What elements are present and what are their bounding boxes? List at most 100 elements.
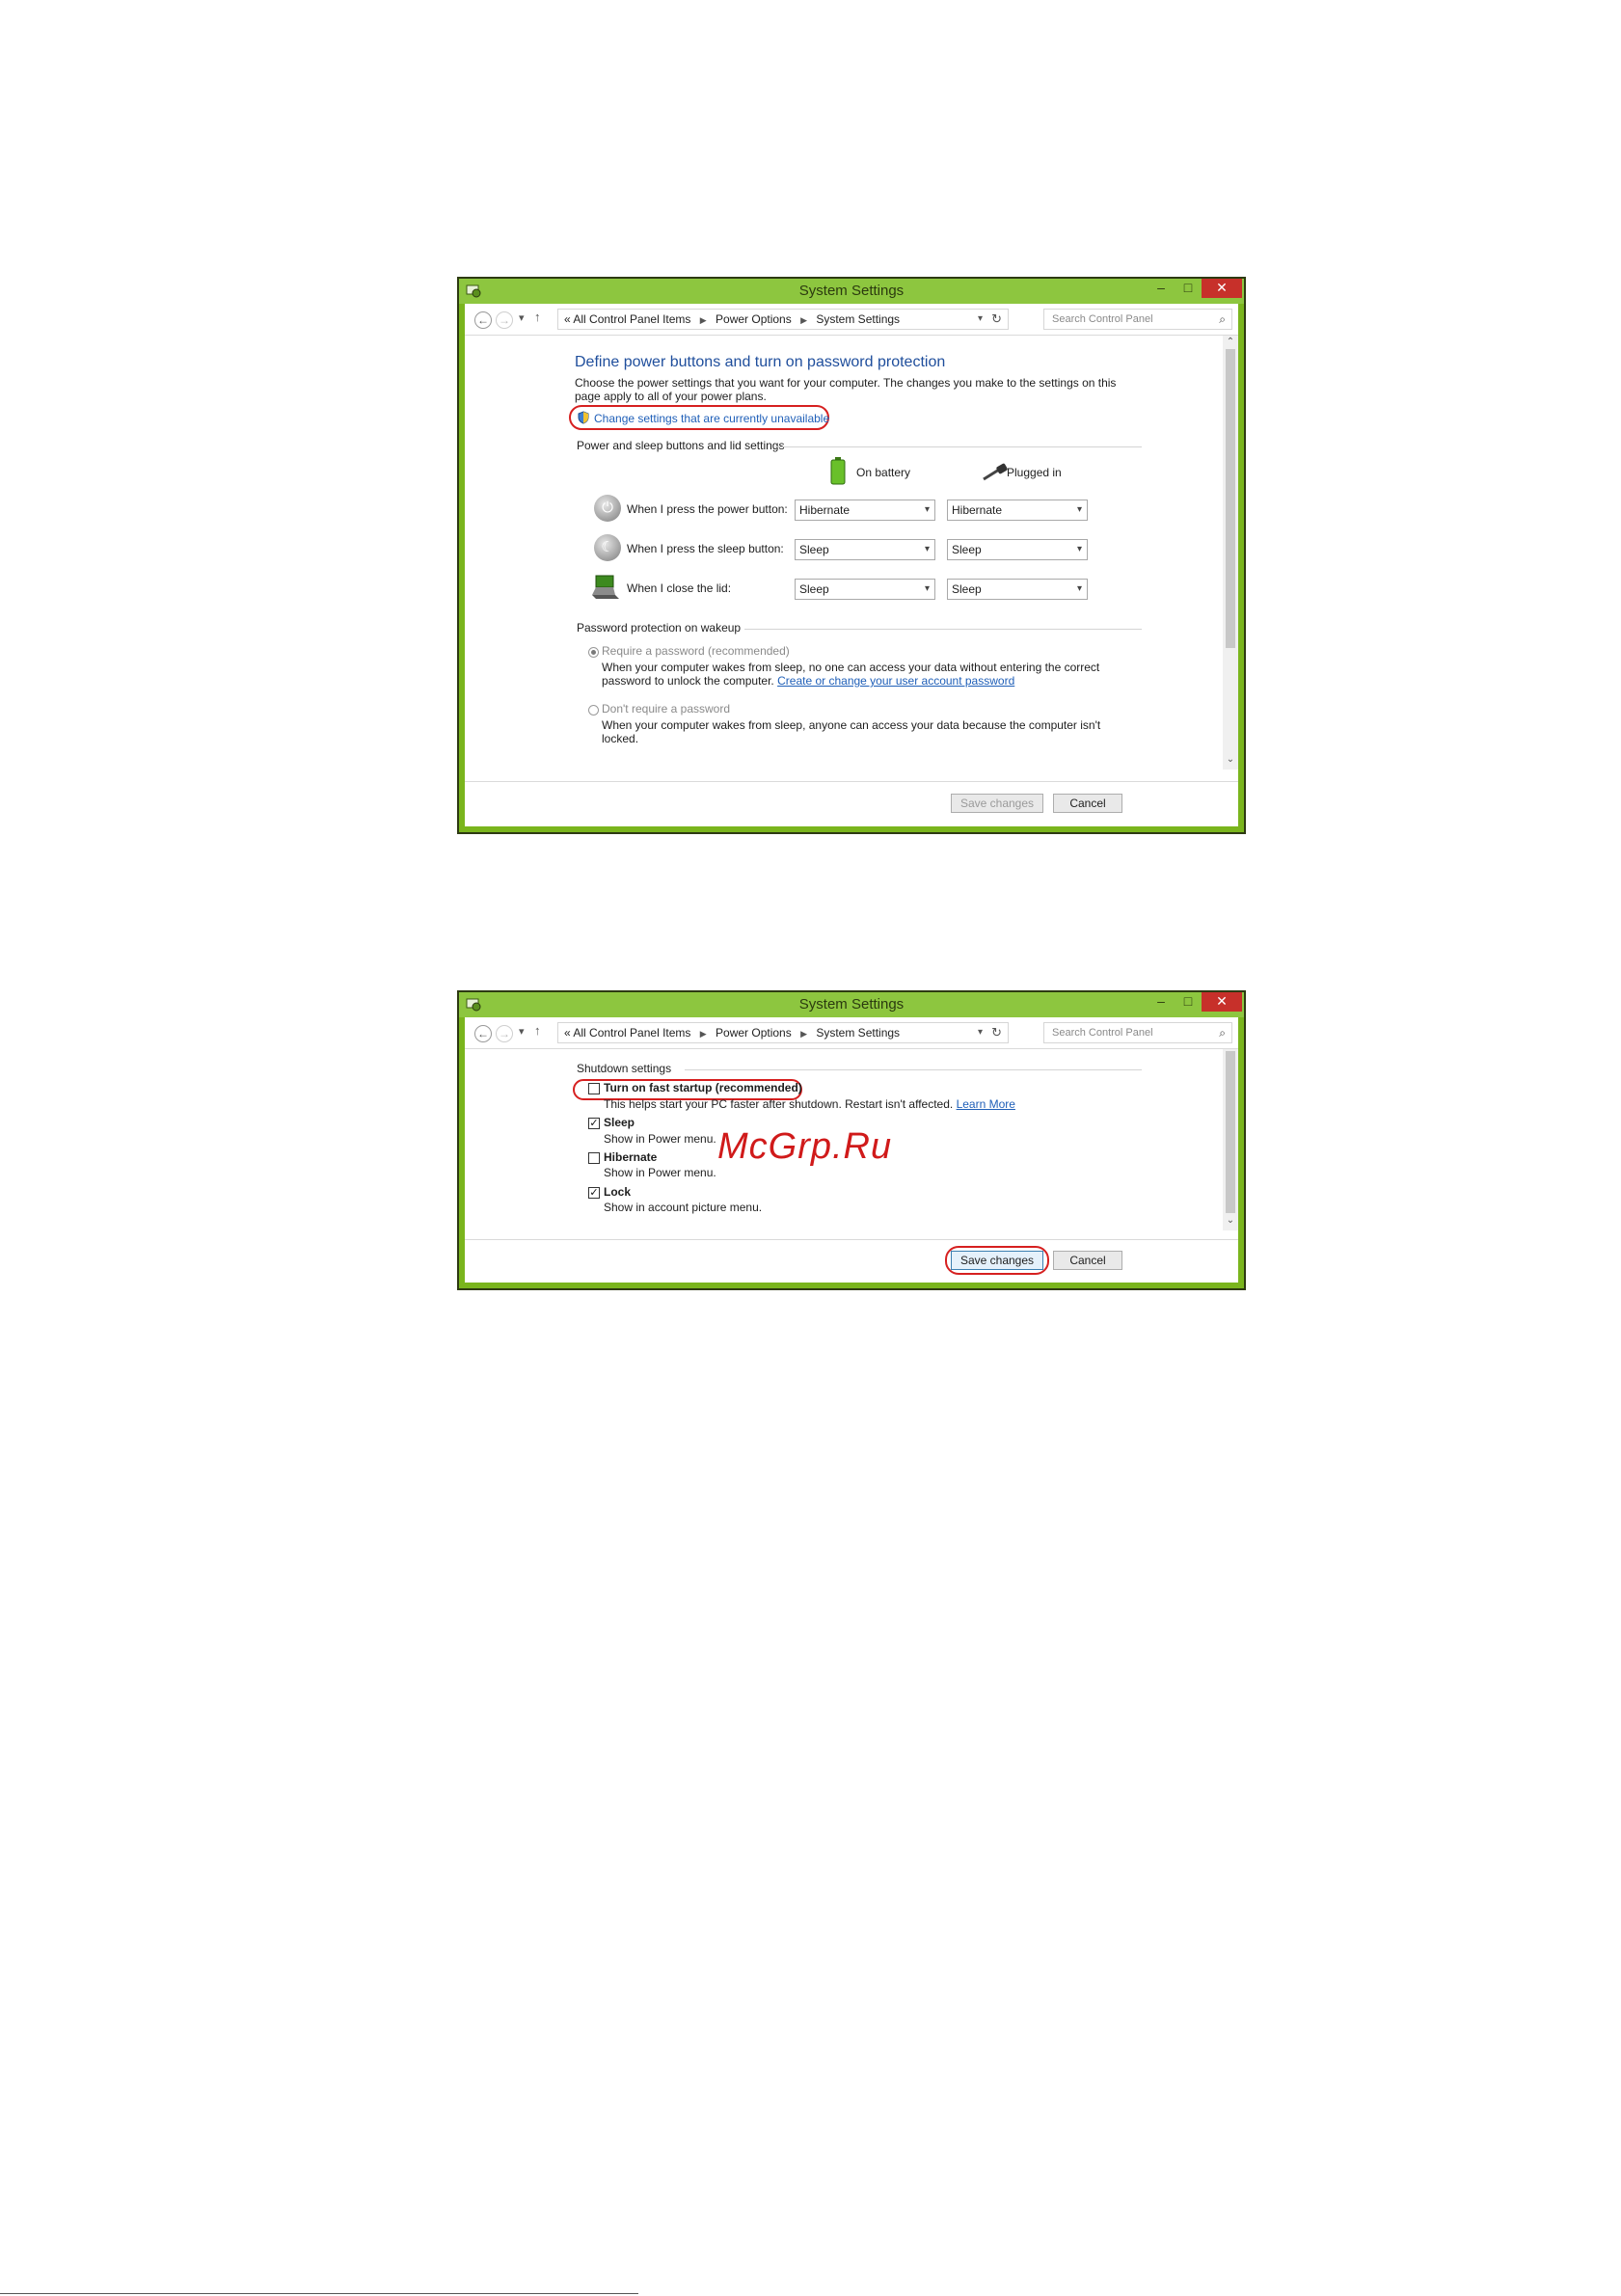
select-value: Sleep <box>952 582 982 596</box>
title-bar[interactable]: System Settings – □ ✕ <box>459 992 1244 1017</box>
battery-icon <box>830 457 846 485</box>
select-value: Sleep <box>952 543 982 556</box>
address-dropdown-icon[interactable]: ▾ <box>978 1023 983 1042</box>
hibernate-desc: Show in Power menu. <box>604 1166 716 1179</box>
breadcrumb-item-power-options[interactable]: Power Options <box>716 1026 792 1040</box>
power-button-battery-select[interactable]: Hibernate ▾ <box>795 500 935 521</box>
save-changes-button[interactable]: Save changes <box>951 794 1043 813</box>
window-title: System Settings <box>798 283 905 299</box>
column-on-battery: On battery <box>856 466 911 479</box>
breadcrumb-separator-icon[interactable]: ▶ <box>800 315 807 325</box>
scroll-down-icon[interactable]: ⌄ <box>1223 1215 1238 1226</box>
description-line-1: Choose the power settings that you want … <box>575 376 1117 390</box>
search-placeholder: Search Control Panel <box>1052 1027 1153 1039</box>
recent-locations-chevron-icon[interactable]: ▾ <box>519 1025 525 1038</box>
breadcrumb-separator-icon[interactable]: ▶ <box>700 1029 707 1039</box>
breadcrumb-item-all-control-panel[interactable]: All Control Panel Items <box>573 312 690 326</box>
sleep-checkbox[interactable]: ✓ <box>588 1118 600 1129</box>
create-password-link[interactable]: Create or change your user account passw… <box>777 674 1014 688</box>
vertical-scrollbar[interactable]: ⌃ ⌄ <box>1223 336 1238 770</box>
breadcrumb-item-all-control-panel[interactable]: All Control Panel Items <box>573 1026 690 1040</box>
cancel-button[interactable]: Cancel <box>1053 1251 1122 1270</box>
close-lid-battery-select[interactable]: Sleep ▾ <box>795 579 935 600</box>
save-changes-button[interactable]: Save changes <box>951 1251 1043 1270</box>
page-footer-rule <box>0 2293 638 2294</box>
no-password-desc-1: When your computer wakes from sleep, any… <box>602 718 1101 732</box>
breadcrumb-separator-icon[interactable]: ▶ <box>800 1029 807 1039</box>
learn-more-link[interactable]: Learn More <box>957 1097 1015 1111</box>
breadcrumb-separator-icon[interactable]: ▶ <box>700 315 707 325</box>
sleep-button-plugged-select[interactable]: Sleep ▾ <box>947 539 1088 560</box>
fast-startup-desc: This helps start your PC faster after sh… <box>604 1097 1015 1111</box>
search-icon[interactable]: ⌕ <box>1219 1023 1226 1042</box>
select-value: Sleep <box>799 543 829 556</box>
page-title: Define power buttons and turn on passwor… <box>575 354 946 370</box>
chevron-down-icon[interactable]: ▾ <box>925 540 930 559</box>
sleep-label: Sleep <box>604 1116 635 1129</box>
search-icon[interactable]: ⌕ <box>1219 310 1226 329</box>
forward-arrow-icon[interactable]: → <box>496 311 513 329</box>
navigation-bar: ← → ▾ ↑ « All Control Panel Items ▶ Powe… <box>465 304 1238 336</box>
maximize-icon[interactable]: □ <box>1176 279 1200 298</box>
address-bar[interactable]: « All Control Panel Items ▶ Power Option… <box>557 309 1009 330</box>
maximize-icon[interactable]: □ <box>1176 992 1200 1012</box>
up-arrow-icon[interactable]: ↑ <box>534 310 541 324</box>
require-password-desc-2: password to unlock the computer. Create … <box>602 674 1014 688</box>
group-label-power-sleep: Power and sleep buttons and lid settings <box>577 439 785 452</box>
vertical-scrollbar[interactable]: ⌄ <box>1223 1049 1238 1230</box>
system-settings-window-power-buttons: System Settings – □ ✕ ← → ▾ ↑ « All Cont… <box>457 277 1246 834</box>
chevron-down-icon[interactable]: ▾ <box>1077 580 1082 599</box>
close-lid-plugged-select[interactable]: Sleep ▾ <box>947 579 1088 600</box>
address-bar[interactable]: « All Control Panel Items ▶ Power Option… <box>557 1022 1009 1043</box>
column-plugged-in: Plugged in <box>1007 466 1062 479</box>
no-password-radio[interactable] <box>588 705 599 716</box>
scroll-down-icon[interactable]: ⌄ <box>1223 754 1238 765</box>
lock-checkbox[interactable]: ✓ <box>588 1187 600 1199</box>
cancel-button[interactable]: Cancel <box>1053 794 1122 813</box>
recent-locations-chevron-icon[interactable]: ▾ <box>519 311 525 324</box>
search-input[interactable]: Search Control Panel ⌕ <box>1043 1022 1232 1043</box>
breadcrumb-item-power-options[interactable]: Power Options <box>716 312 792 326</box>
close-icon[interactable]: ✕ <box>1202 279 1242 298</box>
back-arrow-icon[interactable]: ← <box>474 311 492 329</box>
hibernate-label: Hibernate <box>604 1150 658 1164</box>
minimize-icon[interactable]: – <box>1149 279 1173 298</box>
back-arrow-icon[interactable]: ← <box>474 1025 492 1042</box>
forward-arrow-icon[interactable]: → <box>496 1025 513 1042</box>
title-bar[interactable]: System Settings – □ ✕ <box>459 279 1244 304</box>
fast-startup-checkbox[interactable] <box>588 1083 600 1094</box>
uac-shield-icon <box>578 411 589 424</box>
require-password-desc-1: When your computer wakes from sleep, no … <box>602 661 1100 674</box>
require-password-radio[interactable] <box>588 647 599 658</box>
search-input[interactable]: Search Control Panel ⌕ <box>1043 309 1232 330</box>
power-button-icon: ⏻ <box>594 495 621 522</box>
sleep-button-battery-select[interactable]: Sleep ▾ <box>795 539 935 560</box>
scrollbar-thumb[interactable] <box>1226 349 1235 648</box>
group-label-password: Password protection on wakeup <box>577 621 742 635</box>
chevron-down-icon[interactable]: ▾ <box>1077 500 1082 520</box>
close-icon[interactable]: ✕ <box>1202 992 1242 1012</box>
refresh-icon[interactable]: ↻ <box>991 1023 1002 1042</box>
laptop-lid-icon <box>592 575 619 599</box>
watermark-text: McGrp.Ru <box>717 1126 893 1167</box>
chevron-down-icon[interactable]: ▾ <box>925 500 930 520</box>
breadcrumb-item-system-settings[interactable]: System Settings <box>816 1026 900 1040</box>
address-dropdown-icon[interactable]: ▾ <box>978 310 983 329</box>
chevron-down-icon[interactable]: ▾ <box>925 580 930 599</box>
power-button-plugged-select[interactable]: Hibernate ▾ <box>947 500 1088 521</box>
change-settings-link[interactable]: Change settings that are currently unava… <box>594 412 829 425</box>
require-password-label: Require a password (recommended) <box>602 644 790 658</box>
scrollbar-thumb[interactable] <box>1226 1051 1235 1213</box>
sleep-button-icon: ☾ <box>594 534 621 561</box>
select-value: Hibernate <box>952 503 1003 517</box>
minimize-icon[interactable]: – <box>1149 992 1173 1012</box>
scroll-up-icon[interactable]: ⌃ <box>1223 337 1238 347</box>
chevron-down-icon[interactable]: ▾ <box>1077 540 1082 559</box>
require-password-desc-2-text: password to unlock the computer. <box>602 674 774 688</box>
description-line-2: page apply to all of your power plans. <box>575 390 767 403</box>
hibernate-checkbox[interactable] <box>588 1152 600 1164</box>
search-placeholder: Search Control Panel <box>1052 313 1153 325</box>
up-arrow-icon[interactable]: ↑ <box>534 1023 541 1038</box>
refresh-icon[interactable]: ↻ <box>991 310 1002 329</box>
breadcrumb-item-system-settings[interactable]: System Settings <box>816 312 900 326</box>
